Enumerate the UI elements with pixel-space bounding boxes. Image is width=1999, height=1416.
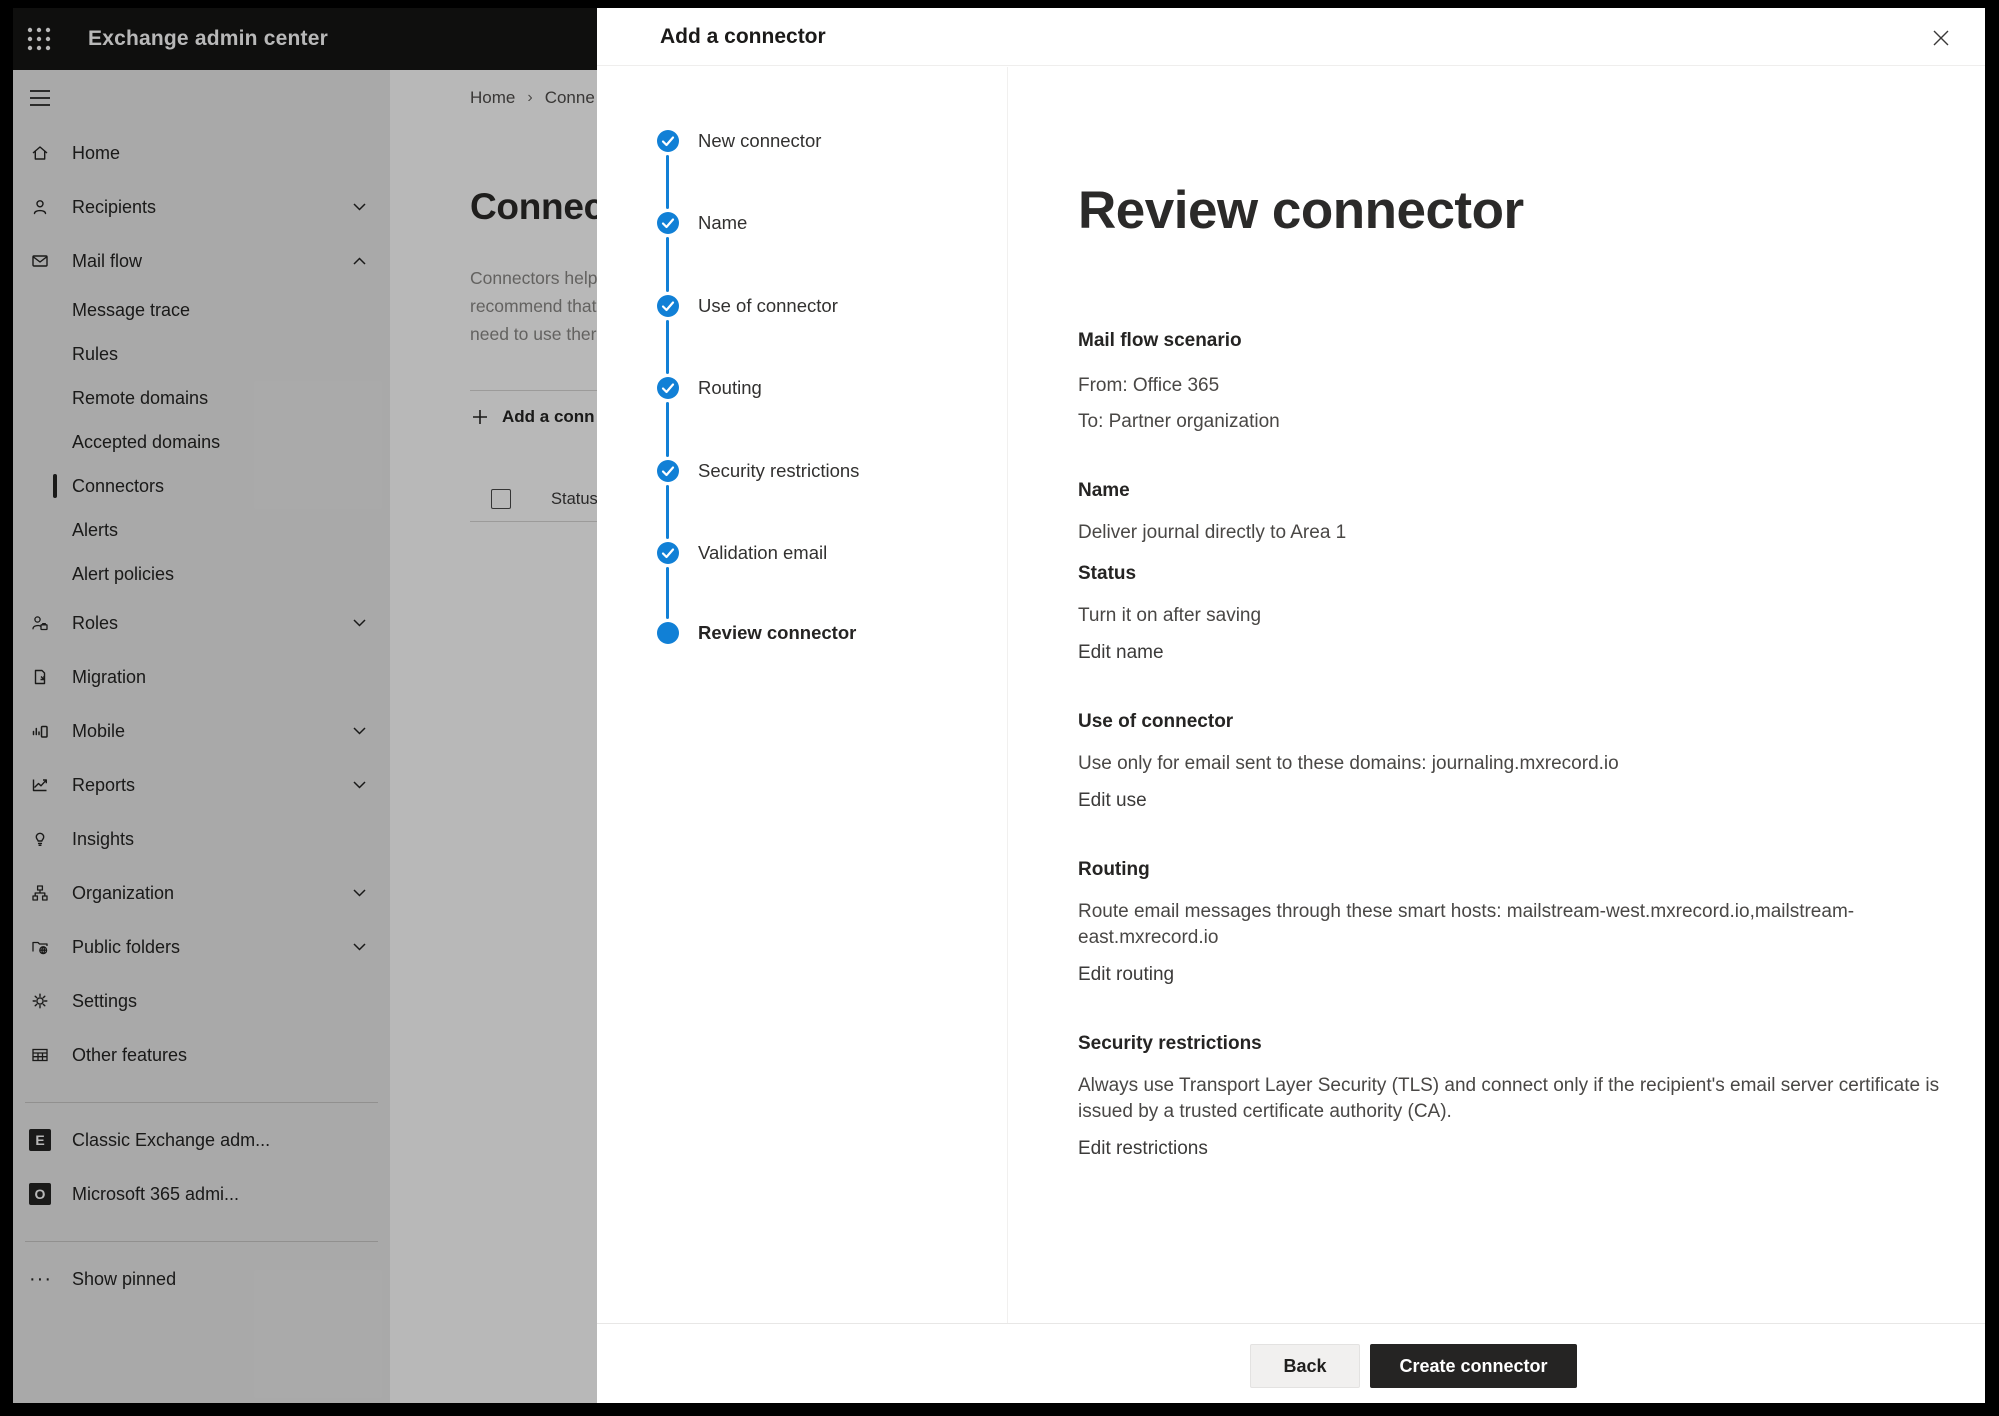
section-heading: Security restrictions <box>1078 1032 1940 1056</box>
wizard-steps: New connector Name Use of connector <box>597 67 1008 1323</box>
close-button[interactable] <box>1929 26 1953 50</box>
wizard-step-security-restrictions[interactable]: Security restrictions <box>657 460 859 482</box>
mail-flow-to: To: Partner organization <box>1078 409 1940 435</box>
section-heading: Routing <box>1078 858 1940 882</box>
edit-restrictions-link[interactable]: Edit restrictions <box>1078 1136 1208 1162</box>
section-name: Name Deliver journal directly to Area 1 … <box>1078 479 1940 666</box>
routing-value: Route email messages through these smart… <box>1078 899 1940 951</box>
back-button[interactable]: Back <box>1250 1344 1360 1388</box>
wizard-step-validation-email[interactable]: Validation email <box>657 542 827 564</box>
step-completed-check-icon <box>657 542 679 564</box>
step-completed-check-icon <box>657 212 679 234</box>
section-heading: Mail flow scenario <box>1078 329 1940 353</box>
step-completed-check-icon <box>657 460 679 482</box>
review-content: Review connector Mail flow scenario From… <box>1008 67 1985 1323</box>
wizard-step-new-connector[interactable]: New connector <box>657 130 821 152</box>
step-connector-line <box>666 402 669 457</box>
section-use-of-connector: Use of connector Use only for email sent… <box>1078 710 1940 814</box>
edit-routing-link[interactable]: Edit routing <box>1078 962 1174 988</box>
step-completed-check-icon <box>657 377 679 399</box>
section-heading: Name <box>1078 479 1940 503</box>
step-completed-check-icon <box>657 295 679 317</box>
step-connector-line <box>666 485 669 539</box>
mail-flow-from: From: Office 365 <box>1078 373 1940 399</box>
panel-title: Add a connector <box>660 25 826 49</box>
step-connector-line <box>666 320 669 374</box>
app-window: Exchange admin center Home Recipients <box>13 8 1985 1403</box>
step-connector-line <box>666 155 669 209</box>
section-routing: Routing Route email messages through the… <box>1078 858 1940 988</box>
review-heading: Review connector <box>1078 177 1985 245</box>
section-security-restrictions: Security restrictions Always use Transpo… <box>1078 1032 1940 1162</box>
wizard-step-use-of-connector[interactable]: Use of connector <box>657 295 838 317</box>
panel-footer: Back Create connector <box>597 1323 1985 1403</box>
edit-use-link[interactable]: Edit use <box>1078 788 1147 814</box>
section-heading: Use of connector <box>1078 710 1940 734</box>
step-connector-line <box>666 237 669 292</box>
security-value: Always use Transport Layer Security (TLS… <box>1078 1073 1940 1125</box>
name-value: Deliver journal directly to Area 1 <box>1078 520 1940 546</box>
close-icon <box>1930 27 1952 49</box>
wizard-step-name[interactable]: Name <box>657 212 747 234</box>
use-value: Use only for email sent to these domains… <box>1078 751 1940 777</box>
edit-name-link[interactable]: Edit name <box>1078 640 1164 666</box>
section-mail-flow-scenario: Mail flow scenario From: Office 365 To: … <box>1078 329 1940 435</box>
step-connector-line <box>666 567 669 619</box>
status-value: Turn it on after saving <box>1078 603 1940 629</box>
step-completed-check-icon <box>657 130 679 152</box>
status-subheading: Status <box>1078 562 1940 586</box>
wizard-step-review-connector[interactable]: Review connector <box>657 622 856 644</box>
create-connector-button[interactable]: Create connector <box>1370 1344 1577 1388</box>
wizard-step-routing[interactable]: Routing <box>657 377 762 399</box>
step-current-icon <box>657 622 679 644</box>
add-connector-panel: Add a connector New connector <box>597 8 1985 1403</box>
panel-header: Add a connector <box>597 8 1985 66</box>
